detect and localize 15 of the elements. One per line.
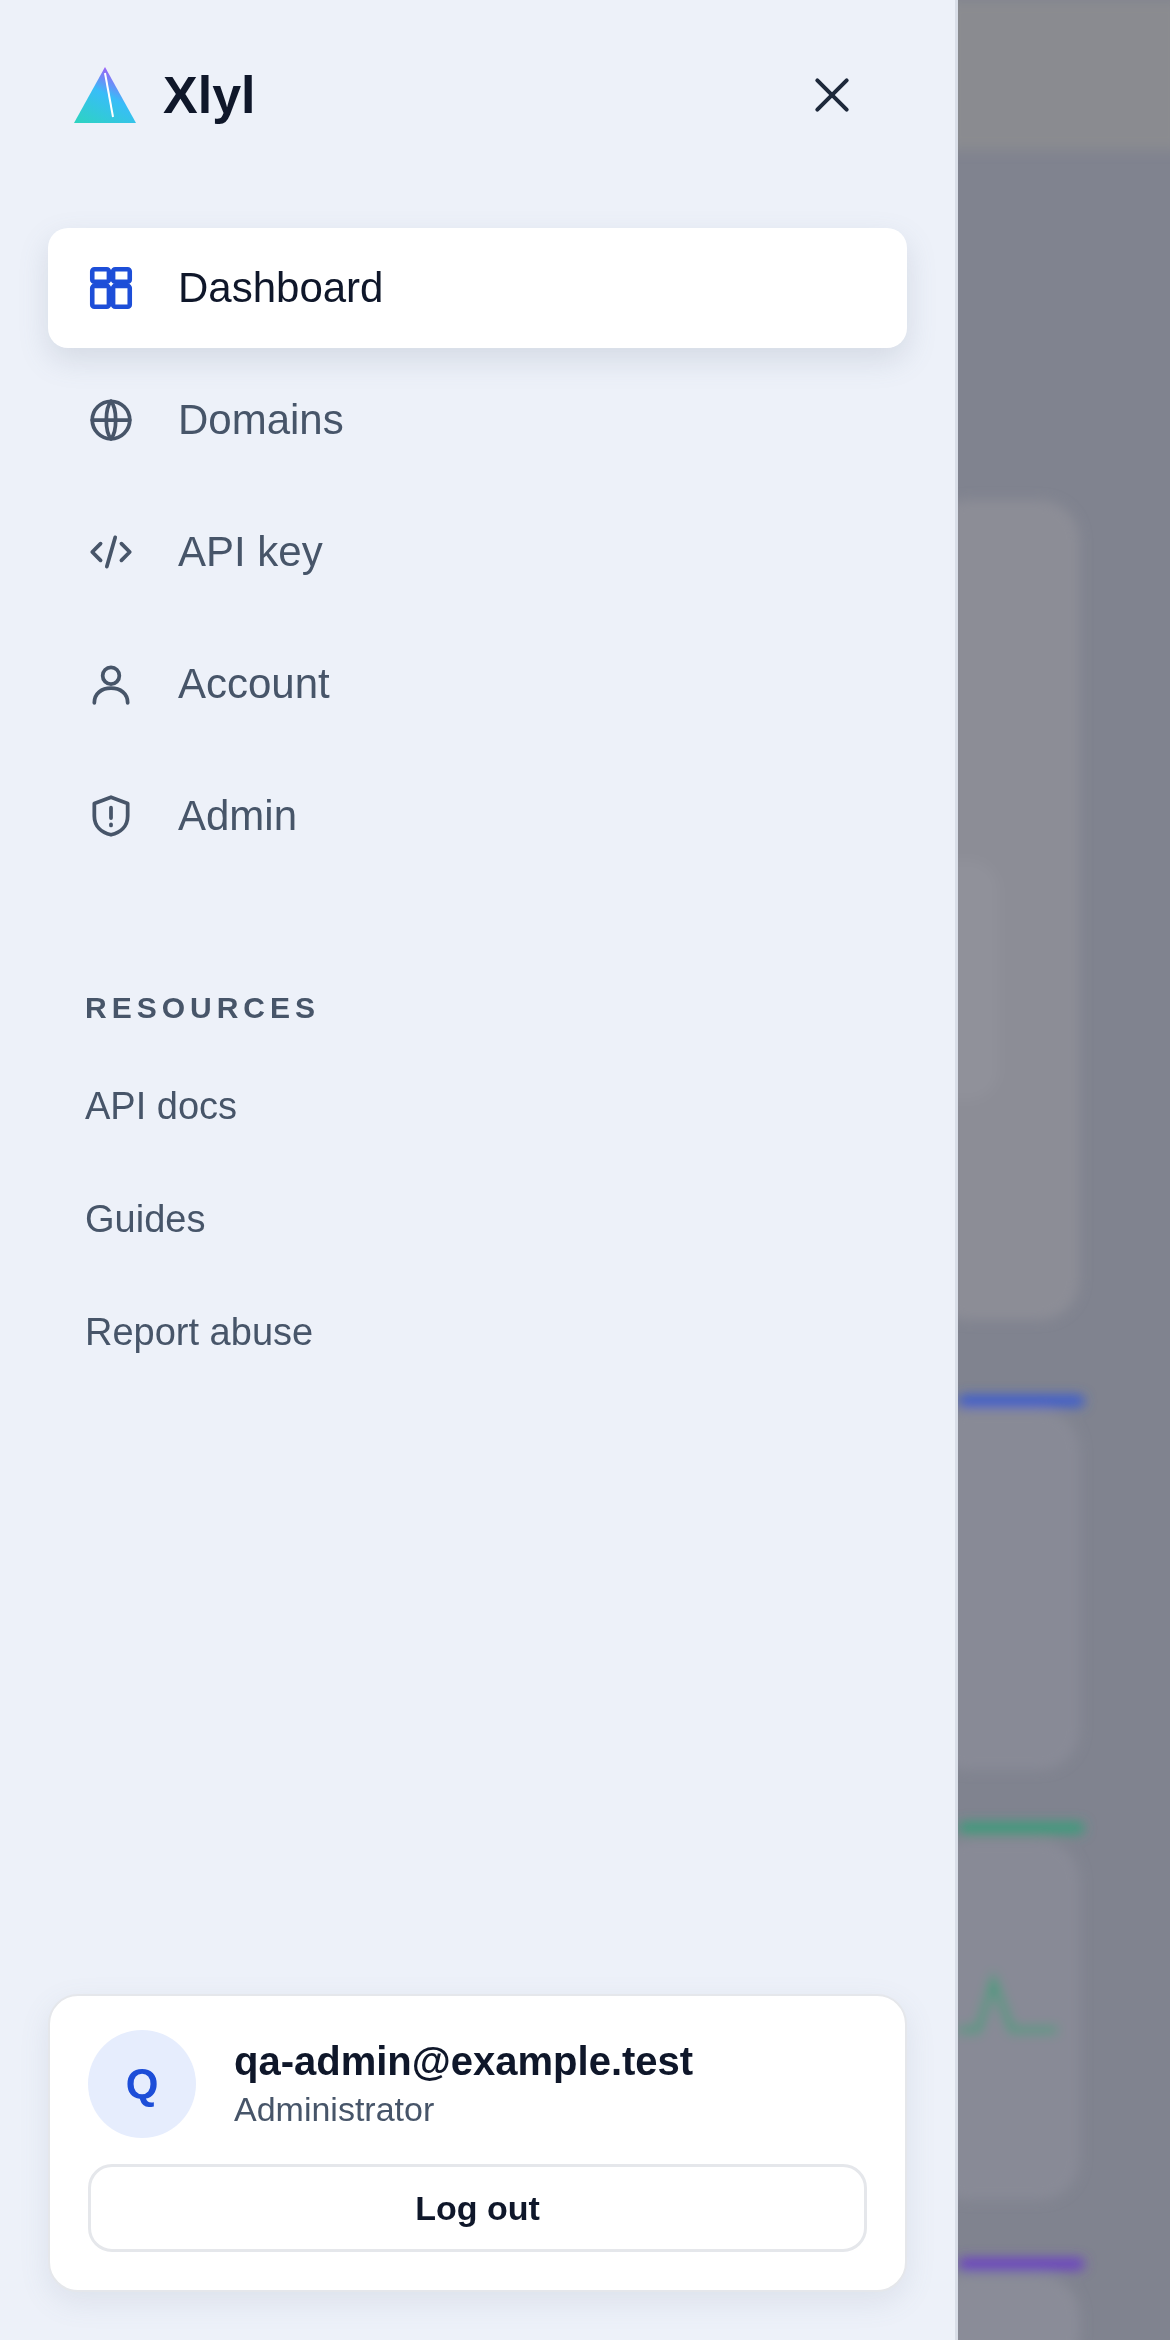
nav-item[interactable]: Account [48, 624, 907, 744]
user-email: qa-admin@example.test [234, 2039, 694, 2084]
avatar: Q [88, 2030, 196, 2138]
nav-item[interactable]: Admin [48, 756, 907, 876]
resource-link[interactable]: API docs [85, 1085, 238, 1128]
logout-button[interactable]: Log out [88, 2164, 867, 2252]
user-role: Administrator [234, 2090, 436, 2129]
brand-name: Xlyl [163, 65, 257, 125]
nav-item[interactable]: Domains [48, 360, 907, 480]
logo-icon [73, 65, 137, 125]
nav-item[interactable]: API key [48, 492, 907, 612]
section-heading: RESOURCES [85, 991, 322, 1025]
resource-link[interactable]: Guides [85, 1198, 206, 1241]
resource-link[interactable]: Report abuse [85, 1311, 314, 1354]
nav-item[interactable]: Dashboard [48, 228, 907, 348]
